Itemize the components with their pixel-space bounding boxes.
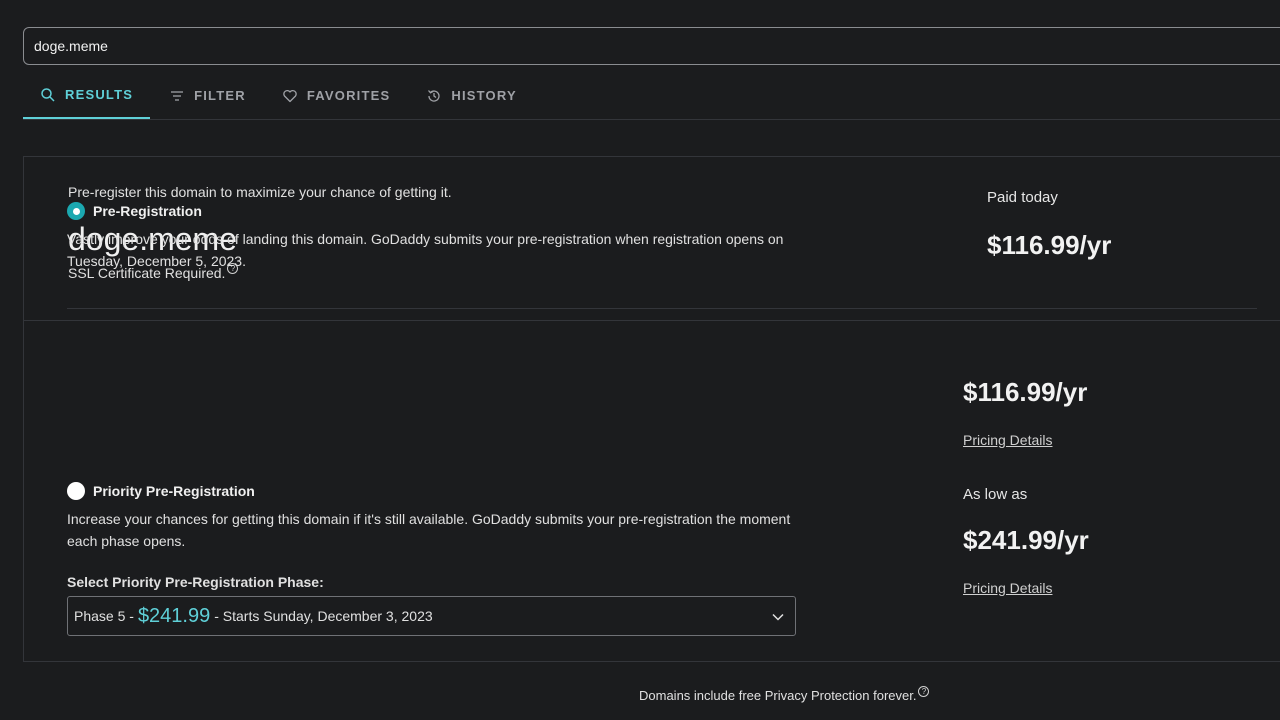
priority-pre-registration-price: $241.99/yr	[963, 525, 1089, 555]
tab-filter[interactable]: FILTER	[152, 72, 263, 119]
option-title-label: Priority Pre-Registration	[93, 483, 255, 499]
pre-registration-radio[interactable]	[67, 202, 85, 220]
option-title: Priority Pre-Registration	[67, 482, 1257, 500]
domain-search-input[interactable]	[34, 28, 934, 64]
privacy-note: Domains include free Privacy Protection …	[639, 686, 930, 703]
tab-filter-label: FILTER	[194, 88, 246, 103]
as-low-as-label: As low as	[963, 486, 1028, 503]
privacy-note-text: Domains include free Privacy Protection …	[639, 688, 917, 703]
pre-registration-price: $116.99/yr	[963, 377, 1088, 407]
prereg-note: Pre-register this domain to maximize you…	[68, 184, 452, 200]
option-description: Vastly improve your odds of landing this…	[67, 231, 784, 269]
history-icon	[426, 88, 442, 104]
phase-select-suffix: - Starts Sunday, December 3, 2023	[214, 608, 433, 624]
tab-results[interactable]: RESULTS	[23, 72, 151, 119]
tab-favorites-label: FAVORITES	[306, 88, 391, 103]
tab-favorites[interactable]: FAVORITES	[265, 72, 408, 119]
option-title: Pre-Registration	[67, 202, 1257, 220]
help-icon[interactable]: ?	[918, 686, 930, 697]
phase-select-dropdown[interactable]: Phase 5 - $241.99 - Starts Sunday, Decem…	[67, 596, 796, 636]
chevron-down-icon	[771, 610, 785, 627]
option-priority-pre-registration: Priority Pre-Registration Increase your …	[67, 482, 1257, 652]
option-title-label: Pre-Registration	[93, 203, 202, 219]
phase-select-label: Select Priority Pre-Registration Phase:	[67, 574, 324, 590]
search-icon	[40, 87, 56, 103]
priority-pre-registration-radio[interactable]	[67, 482, 85, 500]
tab-history-label: HISTORY	[451, 88, 517, 103]
filter-icon	[169, 88, 185, 104]
pricing-details-link[interactable]: Pricing Details	[963, 432, 1052, 448]
domain-search-bar[interactable]	[23, 27, 1280, 65]
heart-icon	[282, 88, 298, 104]
phase-select-price: $241.99	[137, 604, 211, 627]
phase-select-prefix: Phase 5 -	[74, 608, 134, 624]
pricing-details-link[interactable]: Pricing Details	[963, 580, 1052, 596]
tab-history[interactable]: HISTORY	[409, 72, 533, 119]
option-description: Increase your chances for getting this d…	[67, 511, 791, 549]
tab-results-label: RESULTS	[65, 87, 134, 102]
option-pre-registration: Pre-Registration Vastly improve your odd…	[67, 202, 1257, 309]
results-tabs: RESULTS FILTER FAVORITES HISTORY	[23, 72, 1280, 120]
